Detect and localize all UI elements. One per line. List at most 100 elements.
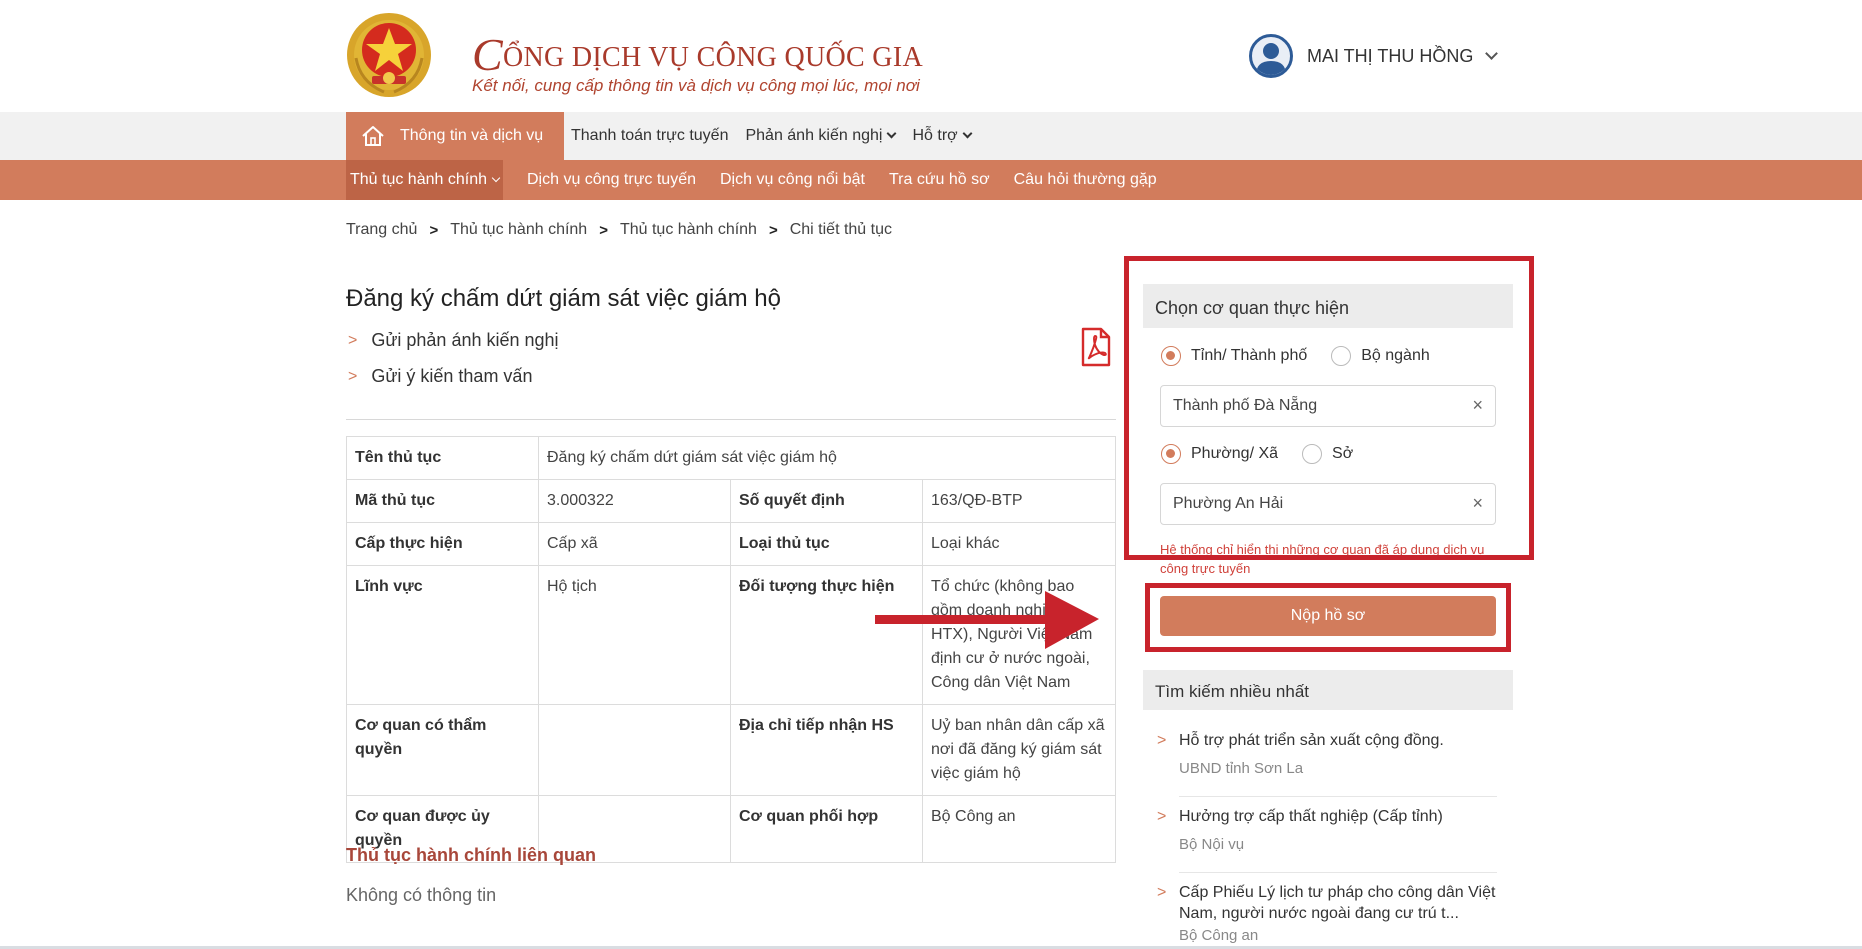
ward-select[interactable]: Phường An Hải ×: [1160, 483, 1496, 525]
chevron-down-icon: [1485, 46, 1499, 60]
table-label: Tên thủ tục: [346, 436, 539, 480]
table-row: Mã thủ tục 3.000322 Số quyết định 163/QĐ…: [346, 479, 1116, 523]
site-header: CỔNG DỊCH VỤ CÔNG QUỐC GIA Kết nối, cung…: [0, 0, 1862, 112]
page: CỔNG DỊCH VỤ CÔNG QUỐC GIA Kết nối, cung…: [0, 0, 1862, 949]
nav-item-faq[interactable]: Câu hỏi thường gặp: [1002, 160, 1169, 200]
user-menu[interactable]: MAI THỊ THU HỒNG: [1249, 34, 1499, 78]
agency-selection-panel: Chọn cơ quan thực hiện Tỉnh/ Thành phố B…: [1143, 284, 1513, 584]
nav-item-feedback[interactable]: Phản ánh kiến nghị: [745, 127, 897, 145]
popular-searches-title: Tìm kiếm nhiều nhất: [1143, 670, 1513, 710]
table-row: Cơ quan có thẩm quyền Địa chỉ tiếp nhận …: [346, 704, 1116, 796]
national-emblem-icon[interactable]: [344, 10, 434, 100]
list-item-org: UBND tỉnh Sơn La: [1179, 760, 1304, 777]
radio-ward-label[interactable]: Phường/ Xã: [1191, 445, 1278, 463]
table-value: Tổ chức (không bao gồm doanh nghiệp, HTX…: [922, 565, 1116, 705]
home-icon[interactable]: [346, 112, 400, 160]
agency-panel-title: Chọn cơ quan thực hiện: [1143, 284, 1513, 328]
pdf-icon[interactable]: [1080, 327, 1112, 367]
content-divider: [346, 419, 1116, 420]
radio-province-label[interactable]: Tỉnh/ Thành phố: [1191, 347, 1307, 365]
table-value: Hộ tịch: [538, 565, 731, 705]
table-row: Lĩnh vực Hộ tịch Đối tượng thực hiện Tổ …: [346, 565, 1116, 705]
list-divider: [1179, 872, 1497, 873]
table-label: Cấp thực hiện: [346, 522, 539, 566]
ward-select-value: Phường An Hải: [1173, 495, 1284, 512]
send-consultation-label: Gửi ý kiến tham vấn: [371, 366, 533, 386]
user-avatar-icon: [1249, 34, 1293, 78]
procedure-info-table: Tên thủ tục Đăng ký chấm dứt giám sát vi…: [346, 436, 1116, 863]
send-feedback-link[interactable]: > Gửi phản ánh kiến nghị: [348, 330, 559, 351]
table-value: Loại khác: [922, 522, 1116, 566]
secondary-nav: Thủ tục hành chính Dịch vụ công trực tuy…: [0, 160, 1862, 200]
nav-item-featured-services[interactable]: Dịch vụ công nổi bật: [708, 160, 877, 200]
radio-ministry[interactable]: [1331, 346, 1352, 366]
table-value: Cấp xã: [538, 522, 731, 566]
nav-item-lookup[interactable]: Tra cứu hồ sơ: [877, 160, 1002, 200]
list-item-title: Hưởng trợ cấp thất nghiệp (Cấp tỉnh): [1179, 808, 1443, 825]
site-title-text: ỔNG DỊCH VỤ CÔNG QUỐC GIA: [502, 42, 923, 73]
nav-item-payment[interactable]: Thanh toán trực tuyến: [571, 127, 728, 145]
list-item-org: Bộ Nội vụ: [1179, 836, 1245, 853]
list-item[interactable]: > Hỗ trợ phát triển sản xuất cộng đồng. …: [1157, 730, 1497, 779]
close-icon[interactable]: ×: [1472, 395, 1483, 416]
table-label: Số quyết định: [730, 479, 923, 523]
agency-note: Hệ thống chỉ hiển thị những cơ quan đã á…: [1160, 542, 1485, 576]
list-item[interactable]: > Cấp Phiếu Lý lịch tư pháp cho công dân…: [1157, 882, 1497, 946]
related-procedures-title: Thủ tục hành chính liên quan: [346, 845, 596, 865]
page-title: Đăng ký chấm dứt giám sát việc giám hộ: [346, 285, 781, 312]
table-row: Tên thủ tục Đăng ký chấm dứt giám sát vi…: [346, 436, 1116, 480]
close-icon[interactable]: ×: [1472, 493, 1483, 514]
agency-level-radio-group: Tỉnh/ Thành phố Bộ ngành: [1161, 346, 1454, 366]
site-title[interactable]: CỔNG DỊCH VỤ CÔNG QUỐC GIA: [472, 24, 923, 80]
chevron-right-icon: >: [348, 331, 358, 349]
nav-item-label: Câu hỏi thường gặp: [1013, 171, 1157, 188]
nav-item-support[interactable]: Hỗ trợ: [912, 127, 973, 145]
breadcrumb-item[interactable]: Thủ tục hành chính: [450, 221, 587, 239]
nav-item-label: Dịch vụ công nổi bật: [720, 171, 865, 188]
table-label: Mã thủ tục: [346, 479, 539, 523]
list-item-title: Hỗ trợ phát triển sản xuất cộng đồng.: [1179, 732, 1444, 749]
site-title-initial: C: [472, 29, 503, 80]
user-name: MAI THỊ THU HỒNG: [1307, 45, 1474, 66]
nav-item-label: Dịch vụ công trực tuyến: [526, 171, 696, 188]
breadcrumb-separator: >: [599, 221, 608, 239]
table-label: Cơ quan có thẩm quyền: [346, 704, 539, 796]
table-row: Cấp thực hiện Cấp xã Loại thủ tục Loại k…: [346, 522, 1116, 566]
table-value: 3.000322: [538, 479, 731, 523]
agency-unit-radio-group: Phường/ Xã Sở: [1161, 444, 1377, 464]
popular-searches-panel: Tìm kiếm nhiều nhất > Hỗ trợ phát triển …: [1143, 670, 1513, 949]
list-item[interactable]: > Hưởng trợ cấp thất nghiệp (Cấp tỉnh) B…: [1157, 806, 1497, 855]
radio-province[interactable]: [1161, 346, 1181, 366]
radio-department[interactable]: [1302, 444, 1323, 464]
send-feedback-label: Gửi phản ánh kiến nghị: [371, 330, 559, 350]
nav-item-label: Phản ánh kiến nghị: [745, 127, 883, 144]
send-consultation-link[interactable]: > Gửi ý kiến tham vấn: [348, 366, 532, 387]
site-slogan: Kết nối, cung cấp thông tin và dịch vụ c…: [472, 76, 920, 95]
nav-item-label: Thủ tục hành chính: [350, 171, 487, 188]
chevron-down-icon: [491, 173, 501, 183]
breadcrumb-separator: >: [429, 221, 439, 239]
table-label: Lĩnh vực: [346, 565, 539, 705]
nav-home-label: Thông tin và dịch vụ: [400, 127, 544, 144]
table-label: Địa chỉ tiếp nhận HS: [730, 704, 923, 796]
chevron-right-icon: >: [1157, 808, 1167, 825]
radio-ward[interactable]: [1161, 444, 1181, 464]
breadcrumb-item[interactable]: Trang chủ: [346, 221, 417, 239]
province-select[interactable]: Thành phố Đà Nẵng ×: [1160, 385, 1496, 427]
radio-department-label[interactable]: Sở: [1332, 445, 1353, 463]
chevron-right-icon: >: [1157, 732, 1167, 749]
radio-ministry-label[interactable]: Bộ ngành: [1361, 347, 1430, 365]
chevron-down-icon: [887, 128, 897, 138]
nav-item-procedures[interactable]: Thủ tục hành chính: [346, 160, 503, 200]
table-value: Đăng ký chấm dứt giám sát việc giám hộ: [538, 436, 1116, 480]
breadcrumb-item-current: Chi tiết thủ tục: [789, 221, 892, 238]
table-label: Đối tượng thực hiện: [730, 565, 923, 705]
nav-item-online-services[interactable]: Dịch vụ công trực tuyến: [515, 160, 708, 200]
breadcrumb: Trang chủ > Thủ tục hành chính > Thủ tục…: [346, 221, 892, 239]
breadcrumb-item[interactable]: Thủ tục hành chính: [620, 221, 757, 239]
table-value: [538, 704, 731, 796]
nav-home-tab[interactable]: Thông tin và dịch vụ: [346, 112, 564, 160]
chevron-right-icon: >: [348, 367, 358, 385]
table-label: Loại thủ tục: [730, 522, 923, 566]
submit-application-button[interactable]: Nộp hồ sơ: [1160, 596, 1496, 636]
